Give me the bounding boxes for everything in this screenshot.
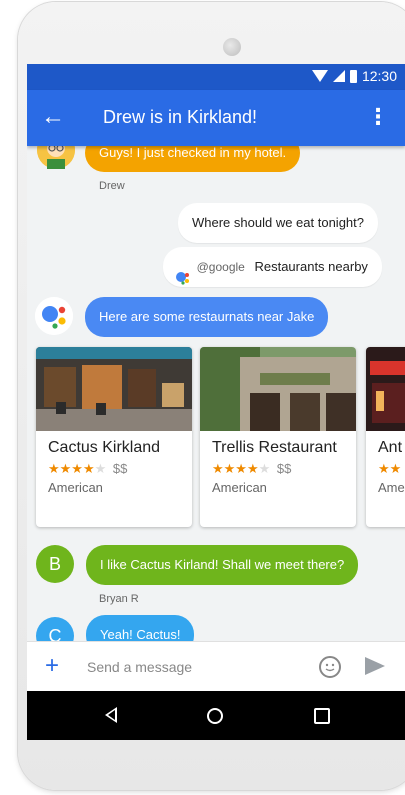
star-icons: ★★★★ xyxy=(48,461,95,476)
message-text: Yeah! Cactus! xyxy=(100,627,181,642)
bryan-avatar[interactable]: B xyxy=(36,545,74,583)
wifi-icon xyxy=(311,70,328,82)
restaurant-name: Cactus Kirkland xyxy=(48,439,161,456)
nav-home-icon[interactable] xyxy=(207,708,223,724)
google-query: Restaurants nearby xyxy=(254,259,368,274)
google-assistant-avatar xyxy=(35,297,73,335)
restaurant-photo xyxy=(36,347,192,431)
signal-icon xyxy=(332,70,345,82)
status-time: 12:30 xyxy=(361,68,397,84)
star-empty-icon: ★ xyxy=(258,461,271,476)
cuisine-label: American xyxy=(48,480,103,495)
restaurant-rating: ★★ xyxy=(378,461,401,477)
star-icons: ★★ xyxy=(378,461,402,476)
google-query-bubble[interactable]: @google Restaurants nearby xyxy=(163,247,382,287)
cuisine-label: American xyxy=(212,480,267,495)
restaurant-photo xyxy=(200,347,356,431)
back-arrow-icon[interactable]: ← xyxy=(41,103,65,131)
price-level: $$ xyxy=(112,461,128,476)
emoji-icon[interactable] xyxy=(319,656,341,678)
nav-back-icon[interactable] xyxy=(105,707,117,723)
add-icon[interactable]: + xyxy=(45,652,59,680)
google-assistant-icon xyxy=(175,261,191,285)
restaurant-name: Trellis Restaurant xyxy=(212,439,337,456)
overflow-menu-icon[interactable]: ⋮ xyxy=(367,104,389,130)
avatar-initial: B xyxy=(48,554,61,574)
restaurant-card[interactable]: Trellis Restaurant ★★★★★ $$ American xyxy=(200,347,356,527)
message-input[interactable] xyxy=(85,654,309,680)
message-composer: + xyxy=(27,641,405,692)
screen: 12:30 ← Drew is in Kirkland! ⋮ Guys! I j… xyxy=(27,64,405,740)
cuisine-label: Ame xyxy=(378,480,405,495)
send-icon[interactable] xyxy=(365,657,385,675)
nav-recents-icon[interactable] xyxy=(314,708,330,724)
restaurant-rating: ★★★★★ $$ xyxy=(212,461,291,477)
battery-icon xyxy=(349,69,357,83)
star-icons: ★★★★ xyxy=(212,461,259,476)
navigation-bar xyxy=(27,691,405,740)
sender-name-bryan: Bryan R xyxy=(99,593,139,605)
restaurant-rating: ★★★★★ $$ xyxy=(48,461,127,477)
restaurant-card[interactable]: Ant ★★ Ame xyxy=(366,347,405,527)
price-level: $$ xyxy=(276,461,292,476)
message-bubble-assistant[interactable]: Here are some restaurnats near Jake xyxy=(85,297,329,337)
sender-name-drew: Drew xyxy=(99,180,125,192)
conversation-title: Drew is in Kirkland! xyxy=(103,107,258,127)
message-text: Where should we eat tonight? xyxy=(192,215,364,230)
app-bar: ← Drew is in Kirkland! ⋮ xyxy=(27,90,405,146)
front-speaker xyxy=(223,38,241,56)
star-empty-icon: ★ xyxy=(94,461,107,476)
message-text: Here are some restaurnats near Jake xyxy=(99,309,315,324)
message-bubble-bryan[interactable]: I like Cactus Kirland! Shall we meet the… xyxy=(86,545,359,585)
message-text: Guys! I just checked in my hotel. xyxy=(99,145,287,160)
restaurant-photo xyxy=(366,347,405,431)
message-text: I like Cactus Kirland! Shall we meet the… xyxy=(100,557,345,572)
google-handle: @google xyxy=(196,260,245,274)
message-bubble-user[interactable]: Where should we eat tonight? xyxy=(178,203,378,243)
status-bar: 12:30 xyxy=(27,64,405,90)
restaurant-card[interactable]: Cactus Kirkland ★★★★★ $$ American xyxy=(36,347,192,527)
restaurant-name: Ant xyxy=(378,439,403,456)
